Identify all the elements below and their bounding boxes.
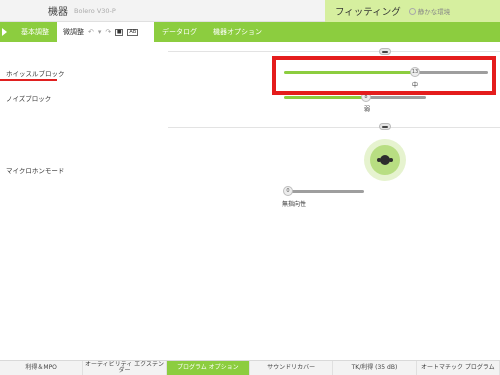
omnidirectional-icon [377, 155, 393, 165]
whistle-block-label: ホイッスルブロック [6, 70, 65, 78]
link-icon[interactable] [379, 48, 391, 55]
fine-tuning-panel: ホイッスルブロック 13 中 ノイズブロック 8 弱 マイクロホンモード 0 無… [0, 42, 500, 360]
tab-data-log[interactable]: データログ [154, 22, 205, 42]
mic-mode-label: マイクロホンモード [6, 167, 65, 175]
program-options[interactable]: プログラム オプション [166, 361, 250, 375]
tab-device-options[interactable]: 機器オプション [205, 22, 270, 42]
title-bar-left: 機器 Bolero V30-P [0, 0, 325, 22]
link-icon-2[interactable] [379, 123, 391, 130]
program-sound-recover[interactable]: サウンドリカバー [250, 361, 334, 375]
app-title: 機器 [48, 7, 68, 18]
program-tk-gain[interactable]: TK/利得 (35 dB) [333, 361, 417, 375]
noise-block-track-fill[interactable] [284, 96, 368, 99]
program-automatic[interactable]: オートマチック プログラム [417, 361, 500, 375]
mic-mode-track[interactable] [290, 190, 364, 193]
divider-top [168, 51, 500, 52]
tab-fine-tuning[interactable]: 微調整 ↶ ▾ ↷ ■ AB [57, 22, 154, 42]
program-audibility-extender[interactable]: オーディビリティ エクステンダー [83, 361, 167, 375]
noise-block-track-rest[interactable] [368, 96, 426, 99]
dropdown-chevron-icon[interactable]: ▾ [98, 28, 102, 36]
highlight-annotation-box [272, 56, 496, 95]
mic-mode-button[interactable] [364, 139, 406, 181]
mic-mode-setting: 無指向性 [282, 201, 307, 208]
program-bar: 利得＆MPO オーディビリティ エクステンダー プログラム オプション サウンド… [0, 360, 500, 375]
whistle-block-underline [0, 79, 57, 81]
noise-block-label: ノイズブロック [6, 95, 52, 103]
environment-indicator[interactable]: 静かな環境 [408, 6, 451, 16]
snapshot-icon[interactable]: ■ [115, 28, 124, 36]
mic-mode-slider-thumb[interactable]: 0 [283, 186, 293, 196]
ab-compare-button[interactable]: AB [127, 28, 139, 36]
device-name: Bolero V30-P [74, 6, 116, 15]
tab-bar: 基本調整 微調整 ↶ ▾ ↷ ■ AB データログ 機器オプション [0, 22, 500, 42]
mic-mode-inner [370, 145, 400, 175]
fitting-header[interactable]: フィッティング 静かな環境 [325, 0, 500, 22]
ear-circle-icon [408, 8, 416, 15]
title-bar: 機器 Bolero V30-P フィッティング 静かな環境 [0, 0, 500, 22]
collapse-arrow-icon[interactable] [2, 28, 7, 36]
redo-icon[interactable]: ↷ [105, 28, 111, 36]
undo-icon[interactable]: ↶ [88, 28, 94, 36]
tab-basic-adjust[interactable]: 基本調整 [13, 22, 57, 42]
environment-label: 静かな環境 [417, 8, 451, 16]
program-gain-mpo[interactable]: 利得＆MPO [0, 361, 84, 375]
fitting-title: フィッティング [335, 7, 401, 18]
tab-fine-tuning-label: 微調整 [63, 28, 84, 36]
noise-block-setting: 弱 [364, 106, 371, 113]
divider-middle [168, 127, 500, 128]
